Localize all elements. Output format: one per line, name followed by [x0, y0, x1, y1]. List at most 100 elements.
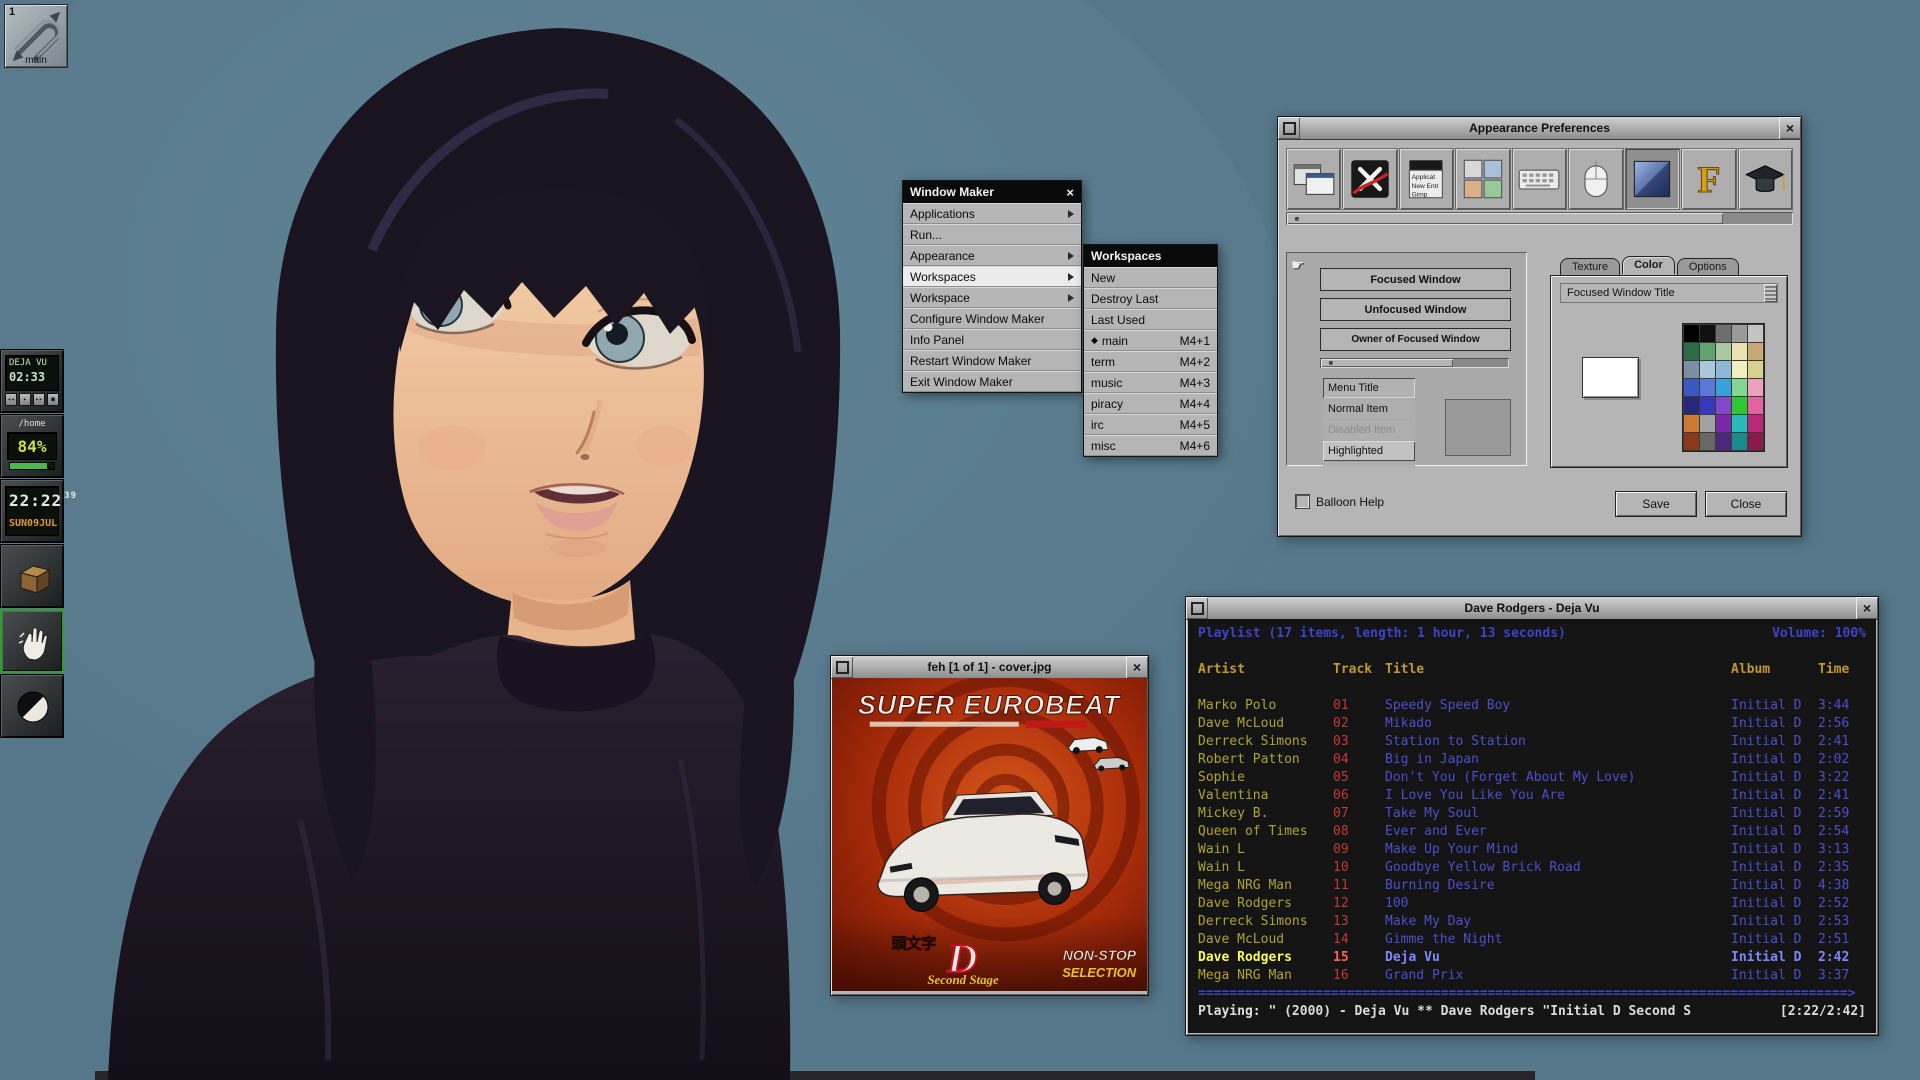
palette-color-swatch[interactable] — [1684, 397, 1699, 414]
palette-color-swatch[interactable] — [1732, 415, 1747, 432]
tab-options[interactable]: Options — [1677, 258, 1739, 276]
playlist-row[interactable]: Derreck Simons03Station to StationInitia… — [1198, 733, 1866, 751]
workspace-menu-item-term[interactable]: termM4+2 — [1084, 351, 1217, 372]
palette-color-swatch[interactable] — [1716, 325, 1731, 342]
palette-color-swatch[interactable] — [1732, 379, 1747, 396]
palette-color-swatch[interactable] — [1700, 325, 1715, 342]
workspace-menu-item-last-used[interactable]: Last Used — [1084, 309, 1217, 330]
player-titlebar[interactable]: Dave Rodgers - Deja Vu × — [1186, 597, 1878, 620]
palette-color-swatch[interactable] — [1700, 433, 1715, 450]
focused-window-button[interactable]: Focused Window — [1320, 268, 1511, 291]
prefs-icon-font[interactable]: F — [1681, 148, 1736, 210]
texture-scrollbar[interactable] — [1320, 358, 1509, 368]
palette-color-swatch[interactable] — [1716, 397, 1731, 414]
workspace-menu-item-new[interactable]: New — [1084, 267, 1217, 288]
playlist-row[interactable]: Dave McLoud02MikadoInitial D2:56 — [1198, 715, 1866, 733]
playlist-row[interactable]: Sophie05Don't You (Forget About My Love)… — [1198, 769, 1866, 787]
list-item-disabled-item[interactable]: Disabled Item — [1323, 420, 1415, 440]
miniaturize-button[interactable] — [1278, 117, 1300, 139]
playlist-row[interactable]: Derreck Simons13Make My DayInitial D2:53 — [1198, 913, 1866, 931]
dockapp-contrast[interactable] — [0, 674, 64, 738]
prefs-icon-window-focus[interactable] — [1286, 148, 1341, 210]
palette-color-swatch[interactable] — [1700, 343, 1715, 360]
palette-color-swatch[interactable] — [1748, 379, 1763, 396]
prev-track-button[interactable]: ◂◂ — [5, 393, 17, 406]
playlist-row[interactable]: Dave Rodgers12100Initial D2:52 — [1198, 895, 1866, 913]
playlist-row[interactable]: Robert Patton04Big in JapanInitial D2:02 — [1198, 751, 1866, 769]
prefs-toolbar-scrollbar[interactable] — [1286, 212, 1793, 225]
workspace-menu-item-irc[interactable]: ircM4+5 — [1084, 414, 1217, 435]
save-button[interactable]: Save — [1615, 491, 1697, 517]
palette-color-swatch[interactable] — [1700, 397, 1715, 414]
scrollbar-thumb[interactable] — [1287, 213, 1723, 224]
root-menu-titlebar[interactable]: Window Maker × — [903, 181, 1081, 203]
prefs-icon-window-handling[interactable] — [1342, 148, 1397, 210]
palette-color-swatch[interactable] — [1684, 361, 1699, 378]
dockapp-clock[interactable]: 22:2239 SUN09JUL — [0, 479, 64, 543]
palette-color-swatch[interactable] — [1748, 325, 1763, 342]
feh-close-button[interactable]: × — [1126, 656, 1148, 678]
playlist-row[interactable]: Mega NRG Man11Burning DesireInitial D4:3… — [1198, 877, 1866, 895]
workspace-clip[interactable]: 1 main — [4, 4, 68, 68]
root-menu-close-icon[interactable]: × — [1066, 185, 1074, 200]
palette-color-swatch[interactable] — [1684, 379, 1699, 396]
owner-of-focused-window-button[interactable]: Owner of Focused Window — [1320, 328, 1511, 351]
list-item-menu-title[interactable]: Menu Title — [1323, 378, 1415, 398]
prefs-icon-expert[interactable] — [1738, 148, 1793, 210]
palette-color-swatch[interactable] — [1748, 361, 1763, 378]
prefs-icon-keyboard[interactable] — [1512, 148, 1567, 210]
list-item-normal-item[interactable]: Normal Item — [1323, 399, 1415, 419]
prefs-icon-mouse[interactable] — [1568, 148, 1623, 210]
menu-item-workspace[interactable]: Workspace — [903, 287, 1081, 308]
palette-color-swatch[interactable] — [1748, 397, 1763, 414]
list-item-highlighted[interactable]: Highlighted — [1323, 441, 1415, 461]
palette-color-swatch[interactable] — [1716, 361, 1731, 378]
prefs-icon-menus[interactable]: Applicat New Entr Gimp — [1399, 148, 1454, 210]
miniaturize-button[interactable] — [831, 656, 853, 678]
palette-color-swatch[interactable] — [1716, 343, 1731, 360]
palette-color-swatch[interactable] — [1748, 343, 1763, 360]
palette-color-swatch[interactable] — [1700, 415, 1715, 432]
menu-item-appearance[interactable]: Appearance — [903, 245, 1081, 266]
menu-item-restart-window-maker[interactable]: Restart Window Maker — [903, 350, 1081, 371]
playlist-row[interactable]: Mega NRG Man16Grand PrixInitial D3:37 — [1198, 967, 1866, 985]
playlist-row[interactable]: Mickey B.07Take My SoulInitial D2:59 — [1198, 805, 1866, 823]
palette-color-swatch[interactable] — [1732, 325, 1747, 342]
feh-titlebar[interactable]: feh [1 of 1] - cover.jpg × — [831, 656, 1148, 679]
menu-item-workspaces[interactable]: Workspaces — [903, 266, 1081, 287]
palette-color-swatch[interactable] — [1748, 433, 1763, 450]
player-close-button[interactable]: × — [1856, 597, 1878, 619]
palette-color-swatch[interactable] — [1700, 361, 1715, 378]
dockapp-disk-usage[interactable]: /home 84% — [0, 414, 64, 478]
miniaturize-button[interactable] — [1186, 597, 1208, 619]
workspaces-menu-titlebar[interactable]: Workspaces — [1084, 245, 1217, 267]
player-terminal[interactable]: Playlist (17 items, length: 1 hour, 13 s… — [1188, 619, 1876, 1033]
playlist-row[interactable]: Dave Rodgers15Deja VuInitial D2:42 — [1198, 949, 1866, 967]
list-item-normal-item-2[interactable]: Normal Item — [1323, 462, 1415, 466]
prefs-icon-appearance[interactable] — [1625, 148, 1680, 210]
dockapp-hand[interactable] — [0, 609, 64, 673]
palette-color-swatch[interactable] — [1732, 361, 1747, 378]
playlist-row[interactable]: Queen of Times08Ever and EverInitial D2:… — [1198, 823, 1866, 841]
palette-color-swatch[interactable] — [1748, 415, 1763, 432]
workspace-menu-item-main[interactable]: ◆mainM4+1 — [1084, 330, 1217, 351]
workspace-menu-item-misc[interactable]: miscM4+6 — [1084, 435, 1217, 456]
tab-texture[interactable]: Texture — [1560, 258, 1620, 276]
color-target-dropdown[interactable]: Focused Window Title — [1560, 283, 1778, 303]
palette-color-swatch[interactable] — [1732, 433, 1747, 450]
playlist-row[interactable]: Valentina06I Love You Like You AreInitia… — [1198, 787, 1866, 805]
menu-item-info-panel[interactable]: Info Panel — [903, 329, 1081, 350]
texture-scrollbar-thumb[interactable] — [1321, 359, 1453, 367]
palette-color-swatch[interactable] — [1732, 343, 1747, 360]
palette-color-swatch[interactable] — [1700, 379, 1715, 396]
playlist-row[interactable]: Dave McLoud14Gimme the NightInitial D2:5… — [1198, 931, 1866, 949]
menu-item-exit-window-maker[interactable]: Exit Window Maker — [903, 371, 1081, 392]
dockapp-music-player[interactable]: DEJA VU 02:33 ◂◂ ▸ ▸▸ ■ — [0, 349, 64, 413]
prefs-close-button[interactable]: × — [1779, 117, 1801, 139]
palette-color-swatch[interactable] — [1684, 325, 1699, 342]
workspace-menu-item-music[interactable]: musicM4+3 — [1084, 372, 1217, 393]
playlist-row[interactable]: Wain L10Goodbye Yellow Brick RoadInitial… — [1198, 859, 1866, 877]
palette-color-swatch[interactable] — [1716, 379, 1731, 396]
workspace-menu-item-destroy-last[interactable]: Destroy Last — [1084, 288, 1217, 309]
prefs-icon-icon-preferences[interactable] — [1455, 148, 1510, 210]
